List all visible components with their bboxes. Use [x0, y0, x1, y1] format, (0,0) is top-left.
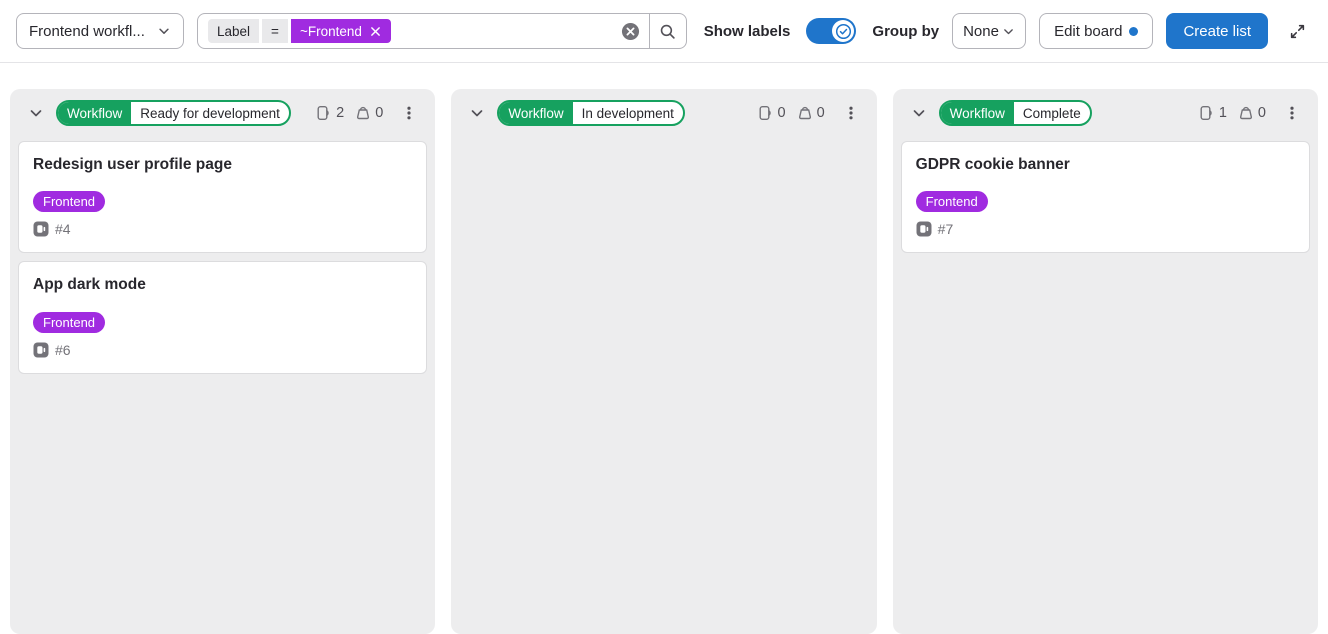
expand-icon [1289, 23, 1306, 40]
card-labels: Frontend [916, 191, 1295, 212]
weight-icon [797, 105, 813, 121]
issue-count-value: 2 [336, 105, 344, 121]
issue-count-value: 1 [1219, 105, 1227, 121]
filter-bar[interactable]: Label = ~Frontend [197, 13, 687, 49]
check-circle-icon [835, 23, 852, 40]
board-list-in-development: Workflow In development 0 0 [451, 89, 876, 634]
weight-count-value: 0 [375, 105, 383, 121]
issue-reference: #6 [55, 342, 71, 358]
issue-count: 2 [316, 105, 344, 121]
remove-token-icon[interactable] [369, 25, 382, 38]
card-title[interactable]: GDPR cookie banner [916, 155, 1295, 174]
card-labels: Frontend [33, 312, 412, 333]
list-label-scope: Workflow [941, 102, 1014, 124]
issue-count: 0 [758, 105, 786, 121]
list-header: Workflow In development 0 0 [451, 89, 876, 137]
issue-board: Workflow Ready for development 2 0 [0, 63, 1328, 634]
chevron-down-icon [28, 105, 44, 121]
chevron-down-icon [911, 105, 927, 121]
show-labels-label: Show labels [704, 23, 791, 40]
issue-card[interactable]: Redesign user profile page Frontend #4 [18, 141, 427, 253]
chevron-down-icon [1002, 25, 1015, 38]
board-list-ready-for-development: Workflow Ready for development 2 0 [10, 89, 435, 634]
board-list-complete: Workflow Complete 1 0 [893, 89, 1318, 634]
notification-dot-icon [1129, 27, 1138, 36]
weight-count: 0 [1238, 105, 1266, 121]
board-toolbar: Frontend workfl... Label = ~Frontend [0, 0, 1328, 63]
label-pill[interactable]: Frontend [33, 191, 105, 212]
filter-token-value[interactable]: ~Frontend [291, 19, 391, 43]
group-by-label: Group by [872, 23, 939, 40]
show-labels-toggle[interactable] [806, 18, 856, 44]
expand-board-button[interactable] [1282, 16, 1312, 46]
filter-token-key[interactable]: Label [208, 19, 259, 43]
issue-count-value: 0 [778, 105, 786, 121]
filter-token-operator[interactable]: = [262, 19, 288, 43]
weight-count-value: 0 [817, 105, 825, 121]
collapse-list-button[interactable] [907, 101, 931, 125]
label-pill[interactable]: Frontend [916, 191, 988, 212]
toggle-knob [832, 20, 854, 42]
kebab-icon [401, 105, 417, 121]
list-label-value: Complete [1014, 102, 1090, 124]
issue-type-icon [33, 342, 49, 358]
card-meta: #4 [33, 221, 412, 237]
issue-icon [758, 105, 774, 121]
search-button[interactable] [650, 14, 686, 48]
edit-board-label: Edit board [1054, 23, 1122, 40]
issue-card[interactable]: GDPR cookie banner Frontend #7 [901, 141, 1310, 253]
list-label-value: Ready for development [131, 102, 289, 124]
card-title[interactable]: Redesign user profile page [33, 155, 412, 174]
create-list-button[interactable]: Create list [1166, 13, 1268, 49]
list-actions-menu-button[interactable] [395, 99, 423, 127]
search-icon [659, 23, 676, 40]
filter-token-value-text: ~Frontend [300, 24, 362, 39]
list-label-scope: Workflow [499, 102, 572, 124]
clear-circle-icon [621, 22, 640, 41]
card-labels: Frontend [33, 191, 412, 212]
clear-search-button[interactable] [612, 22, 649, 41]
list-scoped-label[interactable]: Workflow In development [497, 100, 685, 126]
issue-card[interactable]: App dark mode Frontend #6 [18, 261, 427, 373]
issue-type-icon [916, 221, 932, 237]
issue-icon [316, 105, 332, 121]
list-label-value: In development [573, 102, 683, 124]
card-list: Redesign user profile page Frontend #4 A… [10, 137, 435, 382]
card-meta: #6 [33, 342, 412, 358]
card-title[interactable]: App dark mode [33, 275, 412, 294]
chevron-down-icon [469, 105, 485, 121]
label-pill[interactable]: Frontend [33, 312, 105, 333]
filter-token-list: Label = ~Frontend [198, 19, 612, 43]
weight-icon [1238, 105, 1254, 121]
edit-board-button[interactable]: Edit board [1039, 13, 1153, 49]
kebab-icon [1284, 105, 1300, 121]
list-label-scope: Workflow [58, 102, 131, 124]
card-list: GDPR cookie banner Frontend #7 [893, 137, 1318, 261]
list-scoped-label[interactable]: Workflow Ready for development [56, 100, 291, 126]
chevron-down-icon [157, 24, 171, 38]
weight-count: 0 [797, 105, 825, 121]
board-switcher-dropdown[interactable]: Frontend workfl... [16, 13, 184, 49]
issue-icon [1199, 105, 1215, 121]
weight-count: 0 [355, 105, 383, 121]
board-switcher-label: Frontend workfl... [29, 23, 145, 40]
issue-reference: #7 [938, 221, 954, 237]
issue-reference: #4 [55, 221, 71, 237]
list-scoped-label[interactable]: Workflow Complete [939, 100, 1092, 126]
kebab-icon [843, 105, 859, 121]
list-actions-menu-button[interactable] [837, 99, 865, 127]
collapse-list-button[interactable] [465, 101, 489, 125]
issue-count: 1 [1199, 105, 1227, 121]
group-by-dropdown[interactable]: None [952, 13, 1026, 49]
issue-type-icon [33, 221, 49, 237]
card-meta: #7 [916, 221, 1295, 237]
collapse-list-button[interactable] [24, 101, 48, 125]
card-list [451, 137, 876, 149]
list-header: Workflow Ready for development 2 0 [10, 89, 435, 137]
list-header: Workflow Complete 1 0 [893, 89, 1318, 137]
list-actions-menu-button[interactable] [1278, 99, 1306, 127]
weight-count-value: 0 [1258, 105, 1266, 121]
weight-icon [355, 105, 371, 121]
group-by-value: None [963, 23, 999, 40]
